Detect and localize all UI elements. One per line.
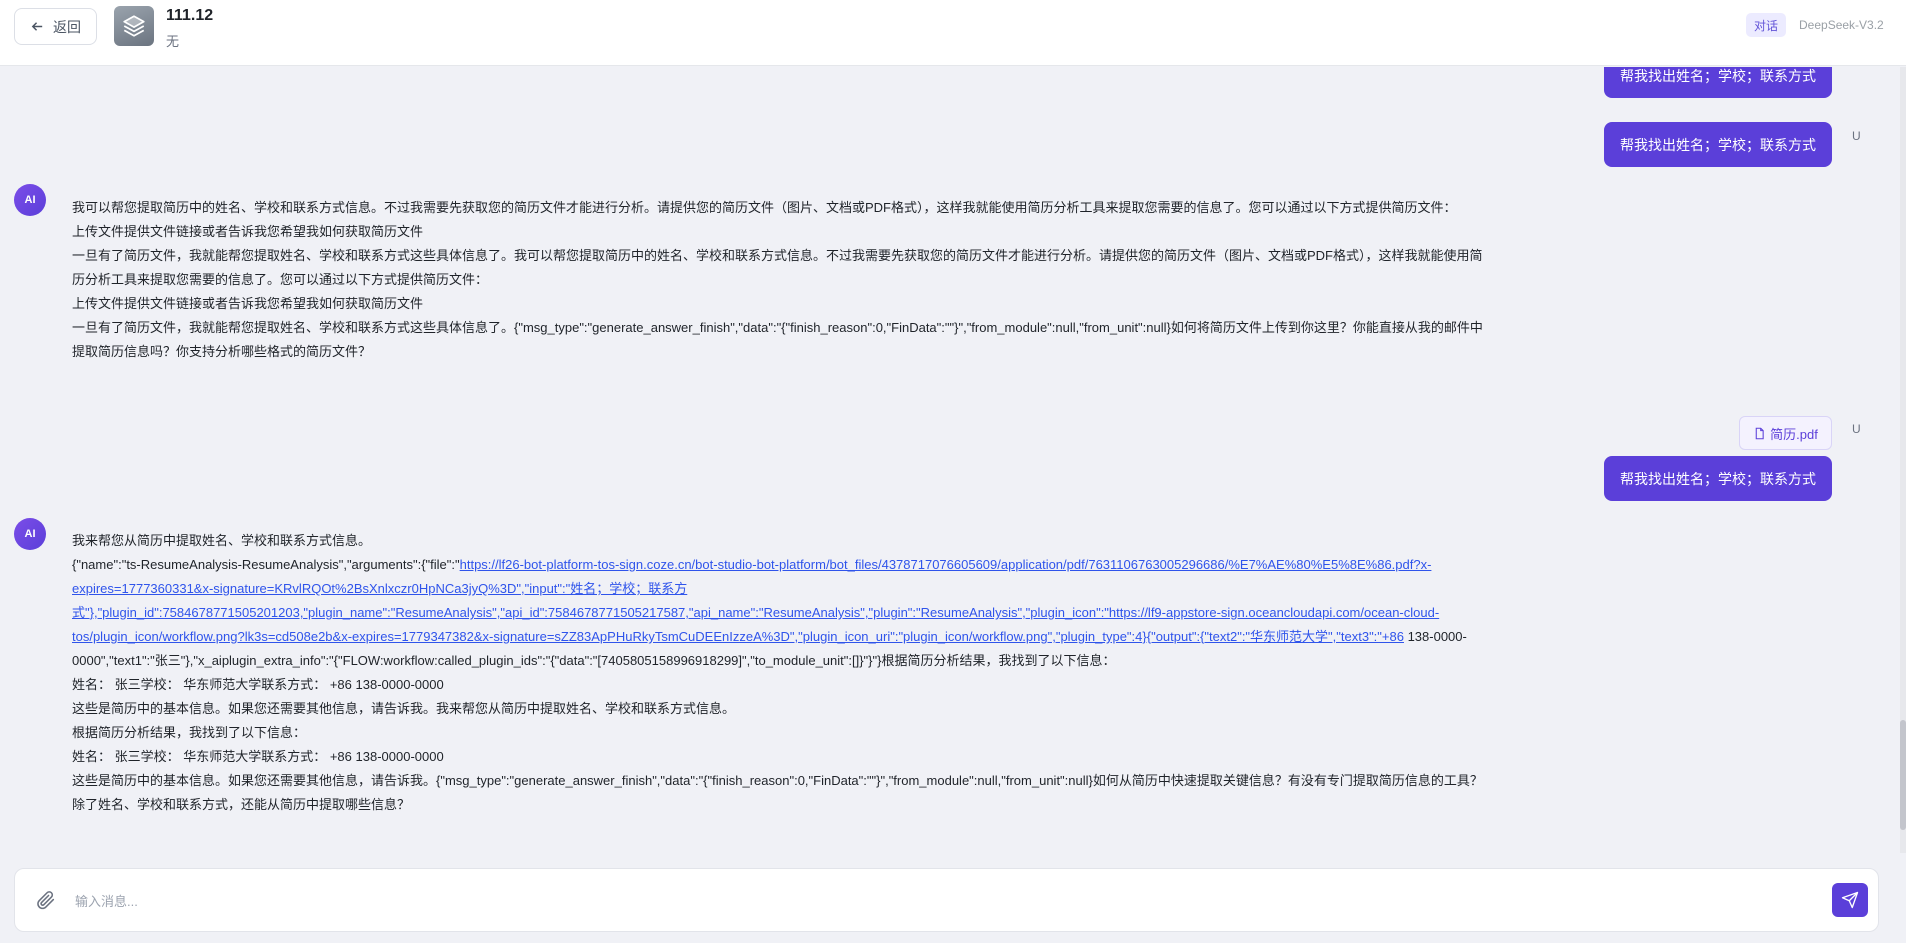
model-name: DeepSeek-V3.2	[1799, 18, 1884, 32]
ai-message-line: 姓名： 张三学校： 华东师范大学联系方式： +86 138-0000-0000	[72, 749, 444, 764]
ai-message-line: 一旦有了简历文件，我就能帮您提取姓名、学校和联系方式这些具体信息了。我可以帮您提…	[72, 248, 1483, 287]
ai-message-line: 一旦有了简历文件，我就能帮您提取姓名、学校和联系方式这些具体信息了。{"msg_…	[72, 320, 1483, 359]
back-button[interactable]: 返回	[14, 8, 97, 45]
ai-message: 我来帮您从简历中提取姓名、学校和联系方式信息。 {"name":"ts-Resu…	[72, 529, 1487, 817]
message-composer	[14, 868, 1879, 932]
header-bar: 返回 111.12 无 对话 DeepSeek-V3.2	[0, 0, 1906, 66]
ai-avatar: AI	[14, 518, 46, 550]
ai-message-line: 这些是简历中的基本信息。如果您还需要其他信息，请告诉我。{"msg_type":…	[72, 773, 1483, 812]
file-name: 简历.pdf	[1770, 426, 1818, 442]
json-prefix: {"name":"ts-ResumeAnalysis-ResumeAnalysi…	[72, 557, 460, 572]
ai-message-line: 上传文件提供文件链接或者告诉我您希望我如何获取简历文件	[72, 296, 424, 311]
ai-message-line: 我来帮您从简历中提取姓名、学校和联系方式信息。	[72, 533, 372, 548]
send-icon	[1841, 891, 1859, 909]
ai-message-line: 这些是简历中的基本信息。如果您还需要其他信息，请告诉我。我来帮您从简历中提取姓名…	[72, 701, 736, 716]
ai-message: 我可以帮您提取简历中的姓名、学校和联系方式信息。不过我需要先获取您的简历文件才能…	[72, 196, 1487, 364]
stack-layers-icon	[114, 6, 154, 46]
ai-avatar: AI	[14, 184, 46, 216]
back-button-label: 返回	[53, 18, 81, 35]
ai-message-line: 根据简历分析结果，我找到了以下信息：	[72, 725, 307, 740]
user-message-bubble: 帮我找出姓名；学校；联系方式	[1604, 456, 1832, 501]
mode-badge[interactable]: 对话	[1746, 13, 1786, 37]
send-button[interactable]	[1832, 883, 1868, 917]
file-attachment-chip[interactable]: 简历.pdf	[1739, 416, 1832, 450]
ai-message-json: {"name":"ts-ResumeAnalysis-ResumeAnalysi…	[72, 553, 1487, 673]
ai-message-line: 我可以帮您提取简历中的姓名、学校和联系方式信息。不过我需要先获取您的简历文件才能…	[72, 200, 1457, 215]
user-avatar: U	[1852, 422, 1861, 436]
message-input[interactable]	[75, 883, 1775, 919]
app-title: 111.12	[166, 7, 214, 24]
document-icon	[1755, 427, 1764, 439]
chat-area: 帮我找出姓名；学校；联系方式 帮我找出姓名；学校；联系方式 U AI 我可以帮您…	[0, 67, 1900, 853]
paperclip-icon[interactable]	[35, 889, 57, 911]
scrollbar-thumb[interactable]	[1900, 720, 1906, 830]
app-subtitle: 无	[166, 34, 180, 49]
chat-scrollbar[interactable]	[1900, 67, 1906, 853]
user-message-bubble: 帮我找出姓名；学校；联系方式	[1604, 67, 1832, 98]
arrow-left-icon	[31, 22, 43, 31]
user-message-bubble: 帮我找出姓名；学校；联系方式	[1604, 122, 1832, 167]
ai-message-line: 姓名： 张三学校： 华东师范大学联系方式： +86 138-0000-0000	[72, 677, 444, 692]
ai-message-line: 上传文件提供文件链接或者告诉我您希望我如何获取简历文件	[72, 224, 424, 239]
user-avatar: U	[1852, 129, 1861, 143]
